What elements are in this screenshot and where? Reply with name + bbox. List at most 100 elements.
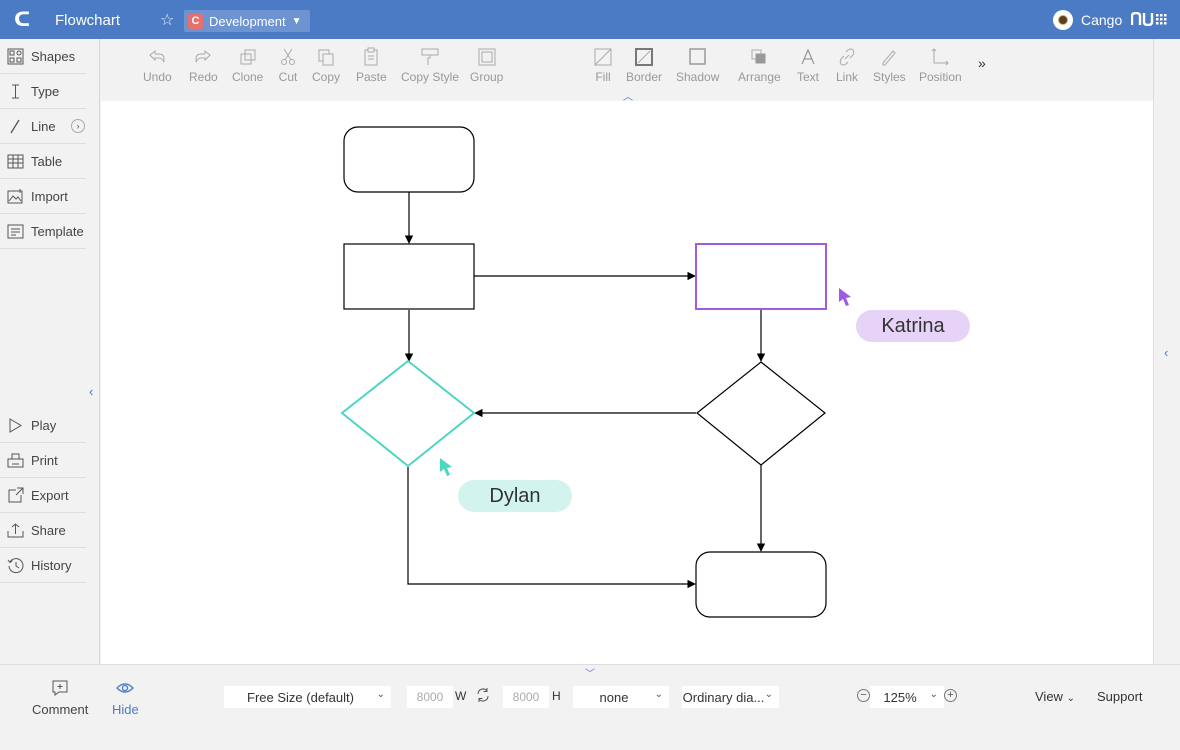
flowchart-decision-right[interactable] (696, 361, 826, 466)
sidebar-item-label: Import (31, 188, 68, 204)
sidebar-item-line[interactable]: Line › (0, 109, 86, 144)
line-icon (7, 118, 24, 135)
text-button[interactable]: Text (797, 47, 819, 84)
page-size-value: Free Size (default) (247, 689, 354, 705)
paste-label: Paste (356, 70, 387, 84)
styles-button[interactable]: Styles (873, 47, 906, 84)
export-icon (7, 487, 24, 504)
left-sidebar: Shapes Type Line › Table Import Template… (0, 39, 100, 664)
border-label: Border (626, 70, 663, 84)
toolbar: Undo Redo Clone Cut Copy Paste Copy Styl… (101, 39, 1153, 103)
zoom-out-icon[interactable]: − (857, 689, 870, 702)
undo-button[interactable]: Undo (143, 47, 172, 84)
hide-button[interactable]: Hide (112, 679, 139, 717)
flowchart-end-terminator[interactable] (695, 551, 827, 618)
clone-button[interactable]: Clone (232, 47, 263, 84)
hide-label: Hide (112, 702, 139, 717)
document-title[interactable]: Flowchart (55, 12, 120, 29)
chevron-right-icon[interactable]: › (71, 119, 85, 133)
page-size-select[interactable]: Free Size (default) ⌄ (224, 686, 391, 708)
chevron-down-icon: ⌄ (764, 689, 773, 700)
background-select[interactable]: none ⌄ (573, 686, 669, 708)
sidebar-item-label: Template (31, 223, 84, 239)
arrange-button[interactable]: Arrange (738, 47, 781, 84)
border-button[interactable]: Border (626, 47, 662, 84)
collapse-left-icon[interactable]: ‹ (89, 384, 93, 399)
redo-button[interactable]: Redo (189, 47, 218, 84)
group-button[interactable]: Group (470, 47, 503, 84)
folder-selector[interactable]: C Development ▼ (184, 10, 310, 32)
link-button[interactable]: Link (836, 47, 858, 84)
copy-style-button[interactable]: Copy Style (401, 47, 459, 84)
print-icon (7, 452, 24, 469)
border-icon (635, 48, 654, 66)
copy-button[interactable]: Copy (312, 47, 340, 84)
link-label: Link (836, 70, 859, 84)
star-icon[interactable]: ☆ (160, 10, 174, 30)
sidebar-item-table[interactable]: Table (0, 144, 86, 179)
bottom-bar: ﹀ Comment Hide Free Size (default) ⌄ 800… (0, 664, 1180, 750)
sidebar-item-type[interactable]: Type (0, 74, 86, 109)
chevron-down-icon: ⌄ (929, 689, 938, 700)
height-input[interactable]: 8000 (503, 686, 549, 708)
sidebar-item-import[interactable]: Import (0, 179, 86, 214)
link-icon (839, 48, 855, 66)
sidebar-item-shapes[interactable]: Shapes (0, 39, 86, 74)
cut-button[interactable]: Cut (278, 47, 298, 84)
more-tools-icon[interactable]: » (978, 55, 986, 71)
fill-button[interactable]: Fill (593, 47, 613, 84)
caret-down-icon: ▼ (291, 15, 302, 27)
width-input[interactable]: 8000 (407, 686, 453, 708)
sidebar-item-play[interactable]: Play (0, 408, 86, 443)
type-icon (7, 83, 24, 100)
support-link[interactable]: Support (1097, 689, 1143, 704)
diagram-canvas[interactable]: Katrina Dylan (101, 101, 1153, 664)
sidebar-item-share[interactable]: Share (0, 513, 86, 548)
flowchart-process-left[interactable] (343, 243, 475, 310)
view-menu[interactable]: View ⌄ (1035, 689, 1075, 704)
comment-button[interactable]: Comment (32, 679, 88, 717)
swap-dimensions-icon[interactable] (475, 687, 491, 706)
flowchart-start-terminator[interactable] (343, 126, 475, 193)
paste-button[interactable]: Paste (356, 47, 387, 84)
user-menu[interactable]: Cango (1053, 10, 1122, 30)
brand-logo (1130, 11, 1167, 30)
avatar (1053, 10, 1073, 30)
template-icon (7, 223, 24, 240)
comment-icon (52, 680, 68, 696)
eye-icon (116, 683, 135, 693)
image-icon (7, 188, 24, 205)
diagram-type-select[interactable]: Ordinary dia... ⌄ (682, 686, 779, 708)
sidebar-item-label: Export (31, 487, 69, 503)
folder-name: Development (209, 13, 286, 29)
group-label: Group (470, 70, 504, 84)
sidebar-item-export[interactable]: Export (0, 478, 86, 513)
folder-badge: C (188, 13, 203, 29)
height-unit-label: H (552, 689, 561, 703)
shadow-label: Shadow (676, 70, 720, 84)
sidebar-item-label: History (31, 557, 72, 573)
share-icon (7, 522, 24, 539)
view-label: View (1035, 689, 1063, 704)
zoom-in-icon[interactable]: + (944, 689, 957, 702)
arrange-icon (751, 49, 766, 64)
sidebar-item-template[interactable]: Template (0, 214, 86, 249)
styles-label: Styles (873, 70, 906, 84)
diagram-type-value: Ordinary dia... (682, 689, 765, 705)
redo-label: Redo (189, 70, 218, 84)
undo-label: Undo (143, 70, 172, 84)
flowchart-process-right[interactable] (695, 243, 827, 310)
sidebar-item-label: Table (31, 153, 63, 169)
app-logo-icon[interactable]: ᑕ (14, 10, 32, 30)
katrina-cursor-icon (839, 288, 851, 306)
sidebar-item-print[interactable]: Print (0, 443, 86, 478)
collapse-right-icon[interactable]: ‹ (1164, 345, 1168, 360)
shadow-button[interactable]: Shadow (676, 47, 719, 84)
text-icon (801, 48, 815, 65)
sidebar-item-label: Play (31, 417, 57, 433)
sidebar-item-history[interactable]: History (0, 548, 86, 583)
zoom-select[interactable]: 125% ⌄ (870, 686, 944, 708)
position-button[interactable]: Position (919, 47, 962, 84)
flowchart-decision-left[interactable] (340, 359, 476, 468)
chevron-down-icon[interactable]: ﹀ (585, 665, 595, 680)
